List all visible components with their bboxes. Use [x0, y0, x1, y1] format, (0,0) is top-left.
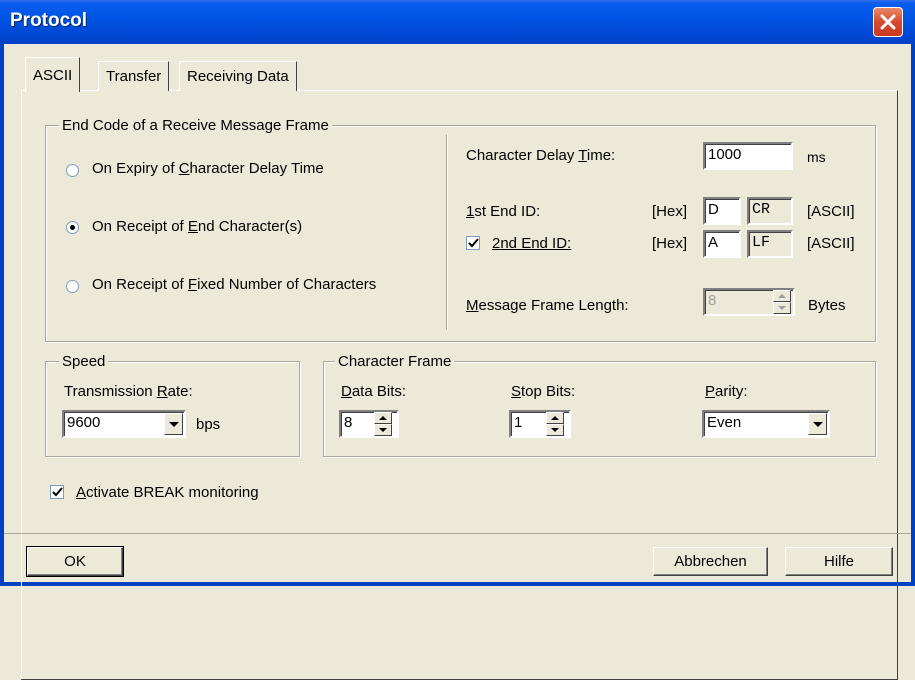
footer-divider	[4, 533, 911, 534]
spin-up-button[interactable]	[374, 412, 392, 424]
stop-bits-label: Stop Bits:	[511, 383, 576, 400]
spin-up-button[interactable]	[546, 412, 564, 424]
end-code-group-label: End Code of a Receive Message Frame	[59, 117, 332, 134]
close-button[interactable]	[873, 7, 903, 37]
char-delay-input[interactable]: 1000	[703, 142, 793, 170]
end2-ascii-value: LF	[747, 230, 793, 258]
speed-group	[45, 361, 300, 457]
checkmark-icon	[52, 487, 63, 497]
tab-receiving-label: Receiving Data	[187, 68, 289, 85]
rate-label: Transmission Rate:	[64, 383, 193, 400]
tab-transfer[interactable]: Transfer	[98, 61, 170, 91]
tab-receiving-data[interactable]: Receiving Data	[179, 61, 297, 91]
end1-ascii-label: [ASCII]	[807, 203, 855, 220]
ok-button[interactable]: OK	[26, 546, 124, 577]
spin-down-button	[773, 302, 791, 314]
speed-group-label: Speed	[59, 353, 109, 370]
frame-length-unit: Bytes	[808, 297, 846, 314]
radio-fixed-number-label[interactable]: On Receipt of Fixed Number of Characters	[92, 276, 376, 293]
data-bits-label: Data Bits:	[341, 383, 407, 400]
end1-hex-input[interactable]: D	[703, 197, 741, 225]
end2-label[interactable]: 2nd End ID:	[492, 235, 571, 252]
end2-hex-label: [Hex]	[652, 235, 688, 252]
break-monitoring-checkbox[interactable]	[50, 485, 64, 499]
spin-down-button[interactable]	[546, 424, 564, 436]
window-title: Protocol	[10, 10, 88, 31]
spin-up-button	[773, 290, 791, 302]
end2-ascii-label: [ASCII]	[807, 235, 855, 252]
title-bar	[0, 0, 915, 44]
end-code-divider	[446, 135, 448, 330]
radio-fixed-number[interactable]	[66, 280, 79, 293]
stop-bits-spinner[interactable]	[546, 412, 564, 436]
window-frame-right	[911, 44, 915, 586]
rate-unit: bps	[196, 416, 221, 433]
frame-length-label: Message Frame Length:	[466, 297, 629, 314]
checkmark-icon	[468, 238, 479, 248]
end2-checkbox[interactable]	[466, 236, 480, 250]
char-delay-label: Character Delay Time:	[466, 147, 616, 164]
radio-char-delay-expiry-label[interactable]: On Expiry of Character Delay Time	[92, 160, 324, 177]
chevron-down-icon	[813, 422, 823, 427]
end1-hex-label: [Hex]	[652, 203, 688, 220]
parity-label: Parity:	[705, 383, 748, 400]
spin-down-button[interactable]	[374, 424, 392, 436]
break-monitoring-label[interactable]: Activate BREAK monitoring	[76, 484, 259, 501]
radio-char-delay-expiry[interactable]	[66, 164, 79, 177]
cancel-button[interactable]: Abbrechen	[653, 547, 768, 576]
radio-end-character-label[interactable]: On Receipt of End Character(s)	[92, 218, 302, 235]
parity-dropdown-button[interactable]	[808, 413, 827, 435]
close-icon	[880, 14, 896, 30]
char-frame-group-label: Character Frame	[335, 353, 455, 370]
radio-end-character[interactable]	[66, 221, 79, 234]
window-frame-left	[0, 44, 4, 586]
rate-dropdown-button[interactable]	[164, 413, 183, 435]
end2-hex-input[interactable]: A	[703, 230, 741, 258]
frame-length-spinner	[773, 290, 791, 314]
end1-label: 1st End ID:	[466, 203, 541, 220]
end1-ascii-value: CR	[747, 197, 793, 225]
tab-ascii[interactable]: ASCII	[25, 57, 81, 92]
data-bits-spinner[interactable]	[374, 412, 392, 436]
char-delay-unit: ms	[807, 149, 826, 165]
tab-ascii-label: ASCII	[33, 67, 73, 84]
tab-transfer-label: Transfer	[106, 68, 162, 85]
char-frame-group	[323, 361, 876, 457]
chevron-down-icon	[169, 422, 179, 427]
help-button[interactable]: Hilfe	[785, 547, 893, 576]
